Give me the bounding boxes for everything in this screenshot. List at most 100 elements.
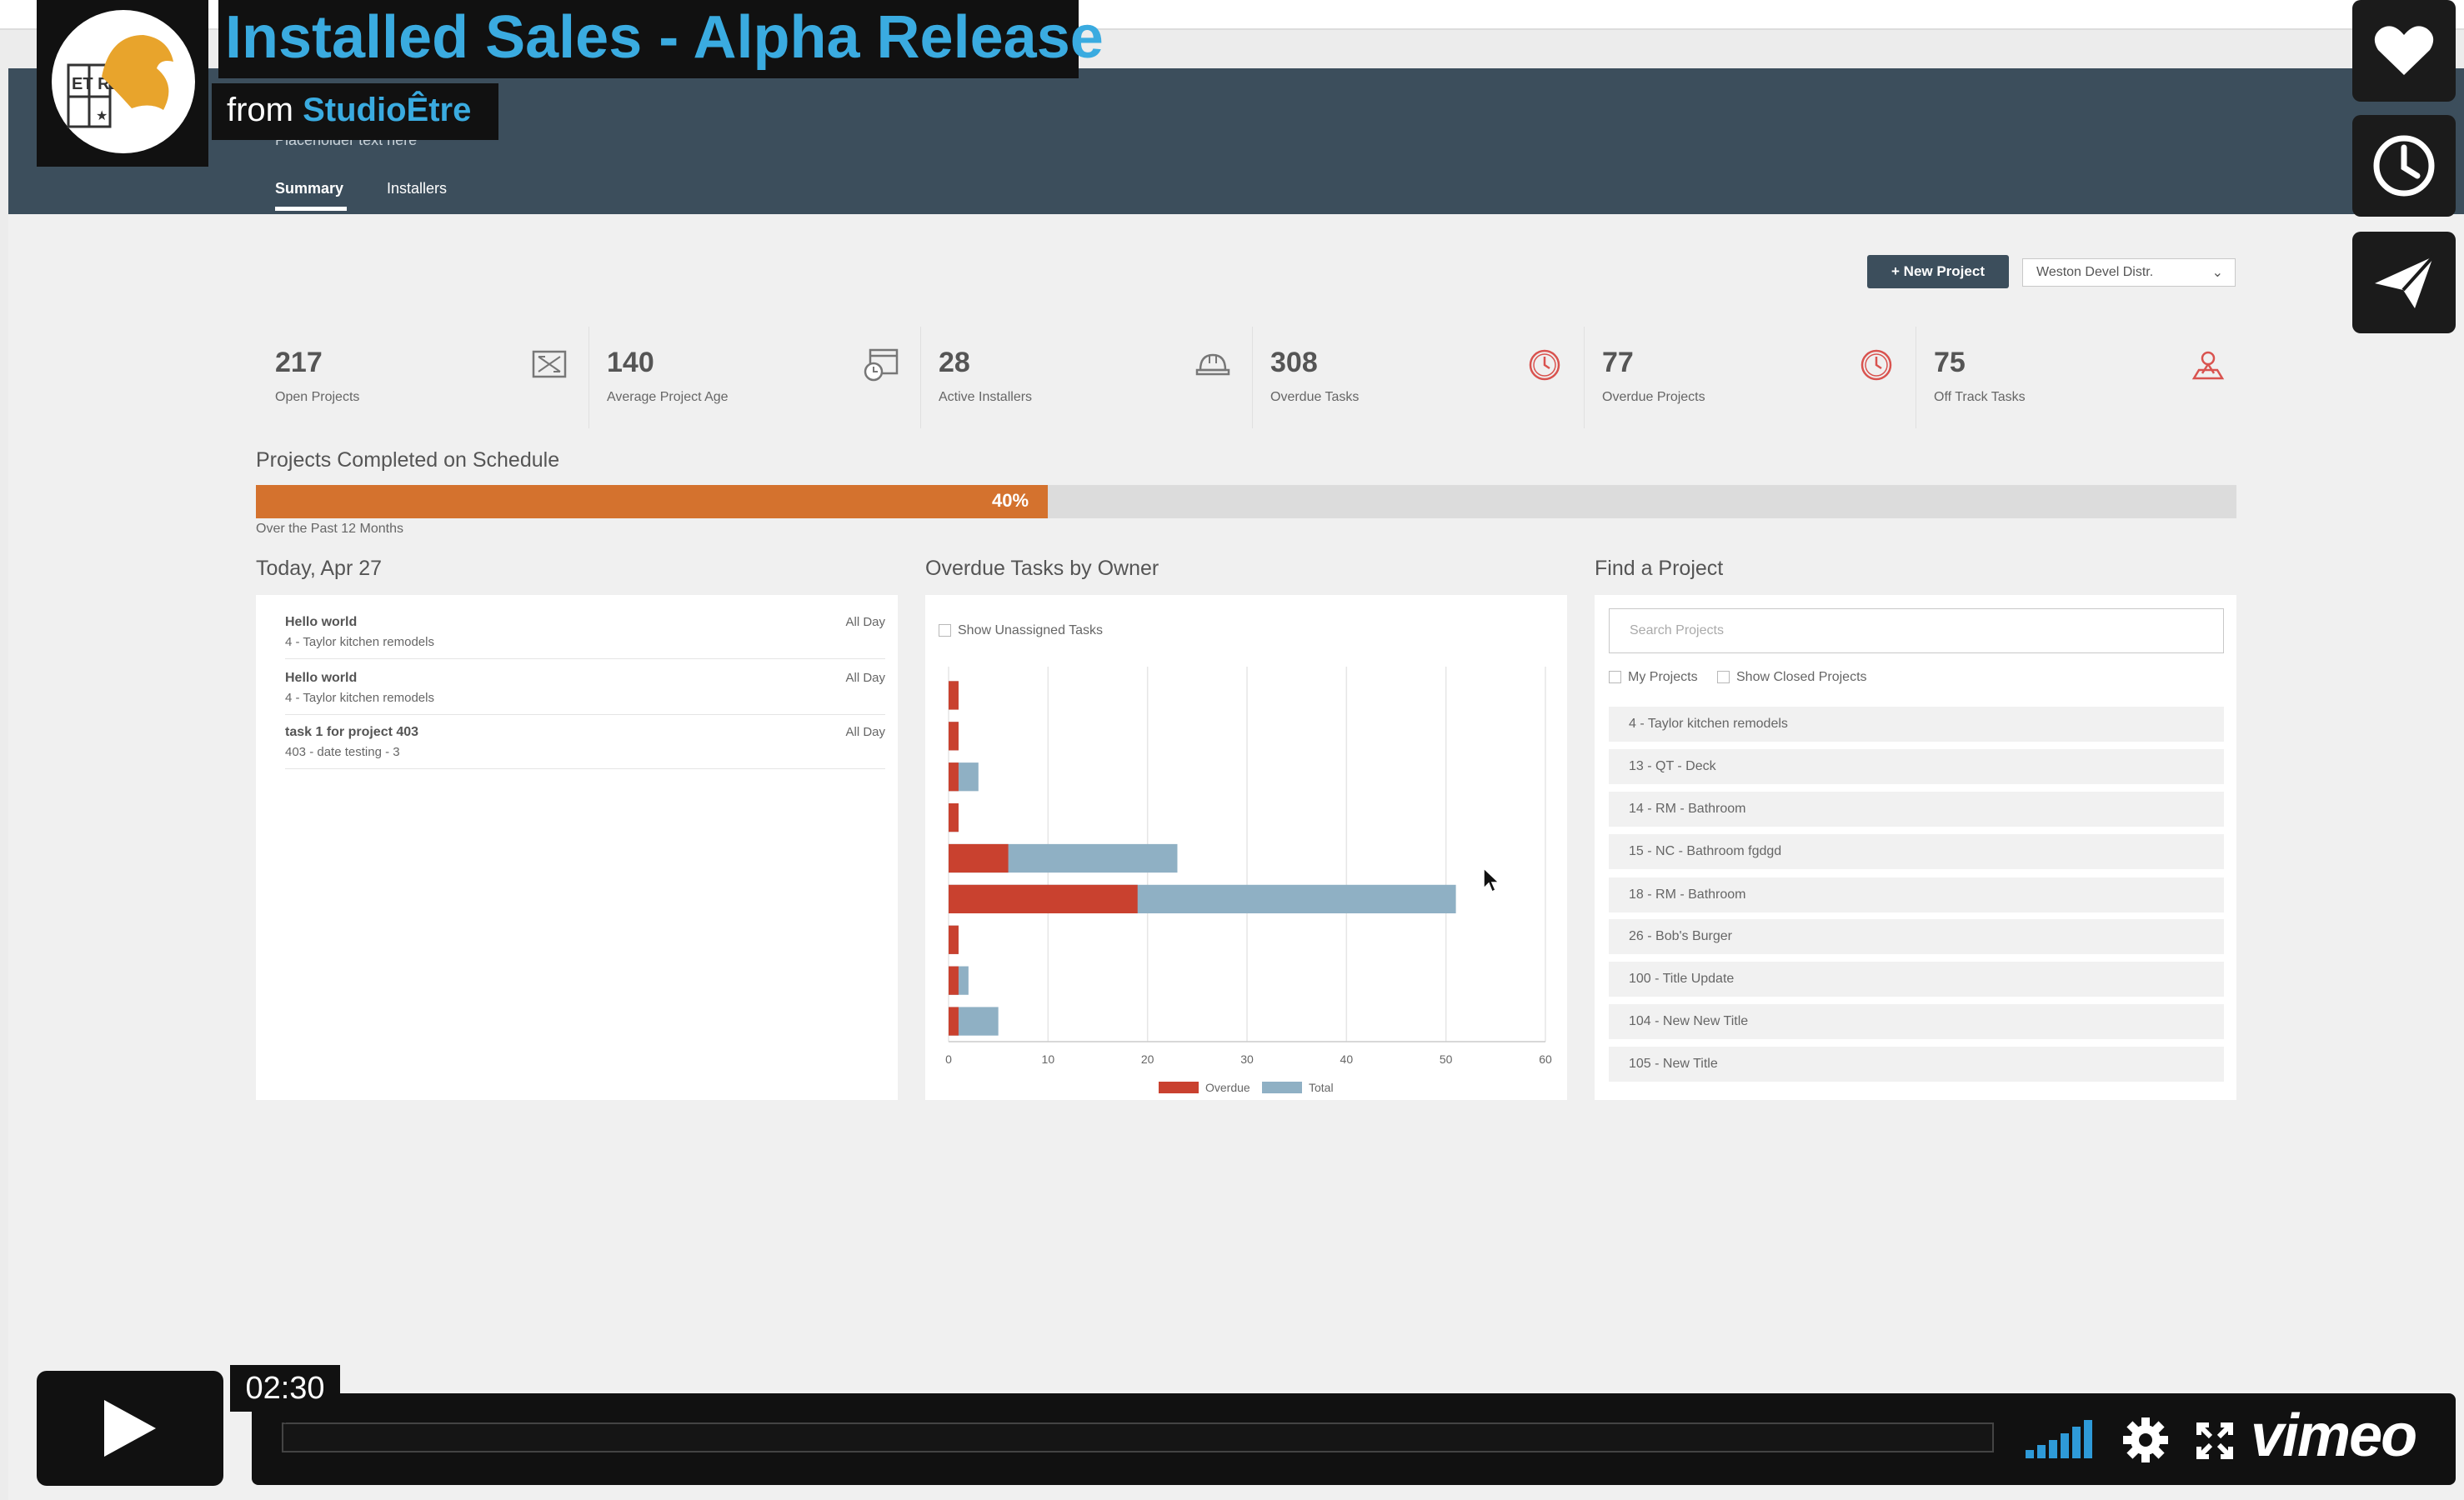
volume-icon[interactable] <box>2024 1418 2094 1458</box>
event-time: All Day <box>845 725 885 739</box>
tab-summary[interactable]: Summary <box>275 180 343 198</box>
svg-text:★: ★ <box>96 109 108 123</box>
timestamp-tooltip: 02:30 <box>230 1365 340 1412</box>
video-title[interactable]: Installed Sales - Alpha Release <box>225 3 1104 72</box>
schedule-title: Projects Completed on Schedule <box>256 448 560 472</box>
bar-overdue <box>949 966 959 995</box>
bar-overdue <box>949 803 959 832</box>
stat-off-track-tasks: 75 Off Track Tasks <box>1916 327 2247 428</box>
checkbox[interactable] <box>1717 671 1730 684</box>
alarm-clock-icon <box>1529 349 1560 381</box>
timestamp-pointer <box>275 1412 295 1423</box>
play-button[interactable] <box>37 1371 223 1486</box>
stat-value: 308 <box>1270 347 1318 378</box>
overdue-tasks-chart: 0 10 20 30 40 50 60 Overdue Total <box>945 667 1552 1094</box>
bar-overdue <box>949 843 1009 873</box>
checkbox-label: My Projects <box>1628 670 1698 684</box>
search-input[interactable] <box>1609 608 2224 653</box>
share-button[interactable] <box>2352 232 2456 333</box>
legend-swatch-overdue <box>1159 1082 1199 1093</box>
chevron-down-icon: ⌄ <box>2211 266 2223 280</box>
tab-installers[interactable]: Installers <box>387 180 447 198</box>
x-tick-label: 0 <box>945 1052 952 1066</box>
channel-name[interactable]: StudioÊtre <box>303 92 471 128</box>
bar-overdue <box>949 762 959 792</box>
event-title: Hello world <box>285 671 358 685</box>
video-byline[interactable]: from StudioÊtre <box>227 92 471 129</box>
show-closed-filter[interactable]: Show Closed Projects <box>1717 670 1867 685</box>
find-title: Find a Project <box>1595 557 1724 580</box>
project-list-item[interactable]: 15 - NC - Bathroom fgdgd <box>1609 834 2224 869</box>
new-project-button[interactable]: + New Project <box>1867 255 2009 288</box>
checkbox[interactable] <box>939 624 951 638</box>
calendar-event[interactable]: Hello world 4 - Taylor kitchen remodels … <box>285 608 885 659</box>
event-subtitle: 4 - Taylor kitchen remodels <box>285 635 434 649</box>
blueprint-icon <box>532 350 567 378</box>
active-tab-indicator <box>275 207 347 211</box>
play-icon <box>104 1400 156 1457</box>
like-button[interactable] <box>2352 0 2456 102</box>
project-list-item[interactable]: 4 - Taylor kitchen remodels <box>1609 707 2224 742</box>
project-list-item[interactable]: 18 - RM - Bathroom <box>1609 878 2224 912</box>
distributor-select-value: Weston Devel Distr. <box>2036 265 2154 279</box>
event-time: All Day <box>845 671 885 685</box>
project-list-item[interactable]: 105 - New Title <box>1609 1047 2224 1082</box>
stat-active-installers: 28 Active Installers <box>920 327 1253 428</box>
schedule-percent: 40% <box>992 490 1029 511</box>
vimeo-logo[interactable]: vimeo <box>2251 1402 2417 1470</box>
show-unassigned-toggle[interactable]: Show Unassigned Tasks <box>939 623 1103 638</box>
stat-open-projects: 217 Open Projects <box>257 327 589 428</box>
stat-value: 28 <box>939 347 970 378</box>
x-tick-label: 10 <box>1042 1052 1055 1066</box>
legend-label-overdue: Overdue <box>1205 1081 1250 1094</box>
stat-label: Open Projects <box>275 390 360 404</box>
hardhat-icon <box>1195 353 1230 376</box>
x-tick-label: 60 <box>1539 1052 1552 1066</box>
bar-overdue <box>949 925 959 954</box>
bar-overdue <box>949 884 1138 913</box>
stat-label: Active Installers <box>939 390 1033 404</box>
bar-overdue <box>949 722 959 751</box>
event-subtitle: 4 - Taylor kitchen remodels <box>285 691 434 705</box>
calendar-event[interactable]: task 1 for project 403 403 - date testin… <box>285 718 885 769</box>
event-title: Hello world <box>285 615 358 629</box>
stat-label: Average Project Age <box>607 390 729 404</box>
clock-icon <box>2373 135 2435 197</box>
project-list-item[interactable]: 100 - Title Update <box>1609 962 2224 997</box>
bar-overdue <box>949 681 959 710</box>
project-list-item[interactable]: 26 - Bob's Burger <box>1609 919 2224 954</box>
channel-logo[interactable]: ET RE ★ <box>52 10 195 153</box>
fullscreen-icon[interactable] <box>2196 1422 2234 1460</box>
lion-crest-icon: ET RE ★ <box>67 35 173 128</box>
calendar-clock-icon <box>864 348 899 382</box>
calendar-event[interactable]: Hello world 4 - Taylor kitchen remodels … <box>285 664 885 715</box>
overdue-title: Overdue Tasks by Owner <box>925 557 1159 580</box>
legend-swatch-total <box>1262 1082 1302 1093</box>
today-title: Today, Apr 27 <box>256 557 383 580</box>
project-list-item[interactable]: 14 - RM - Bathroom <box>1609 792 2224 827</box>
watch-later-button[interactable] <box>2352 115 2456 217</box>
project-list-item[interactable]: 104 - New New Title <box>1609 1004 2224 1039</box>
settings-icon[interactable] <box>2122 1417 2169 1463</box>
event-time: All Day <box>845 615 885 629</box>
my-projects-filter[interactable]: My Projects <box>1609 670 1698 685</box>
progress-scrubber[interactable] <box>282 1422 1994 1452</box>
mouse-cursor-icon <box>1483 867 1500 893</box>
stat-label: Overdue Projects <box>1602 390 1705 404</box>
bar-overdue <box>949 1007 959 1036</box>
checkbox-label: Show Closed Projects <box>1736 670 1867 684</box>
stat-value: 140 <box>607 347 654 378</box>
x-tick-label: 50 <box>1440 1052 1453 1066</box>
legend-label-total: Total <box>1309 1081 1334 1094</box>
project-list-item[interactable]: 13 - QT - Deck <box>1609 749 2224 784</box>
checkbox[interactable] <box>1609 671 1621 684</box>
stat-overdue-projects: 77 Overdue Projects <box>1584 327 1916 428</box>
event-title: task 1 for project 403 <box>285 725 419 739</box>
send-icon <box>2375 255 2435 308</box>
x-tick-label: 40 <box>1340 1052 1354 1066</box>
x-tick-label: 20 <box>1141 1052 1154 1066</box>
schedule-caption: Over the Past 12 Months <box>256 522 403 536</box>
distributor-select[interactable]: Weston Devel Distr. ⌄ <box>2022 258 2236 287</box>
stat-label: Off Track Tasks <box>1934 390 2026 404</box>
stat-overdue-tasks: 308 Overdue Tasks <box>1252 327 1585 428</box>
